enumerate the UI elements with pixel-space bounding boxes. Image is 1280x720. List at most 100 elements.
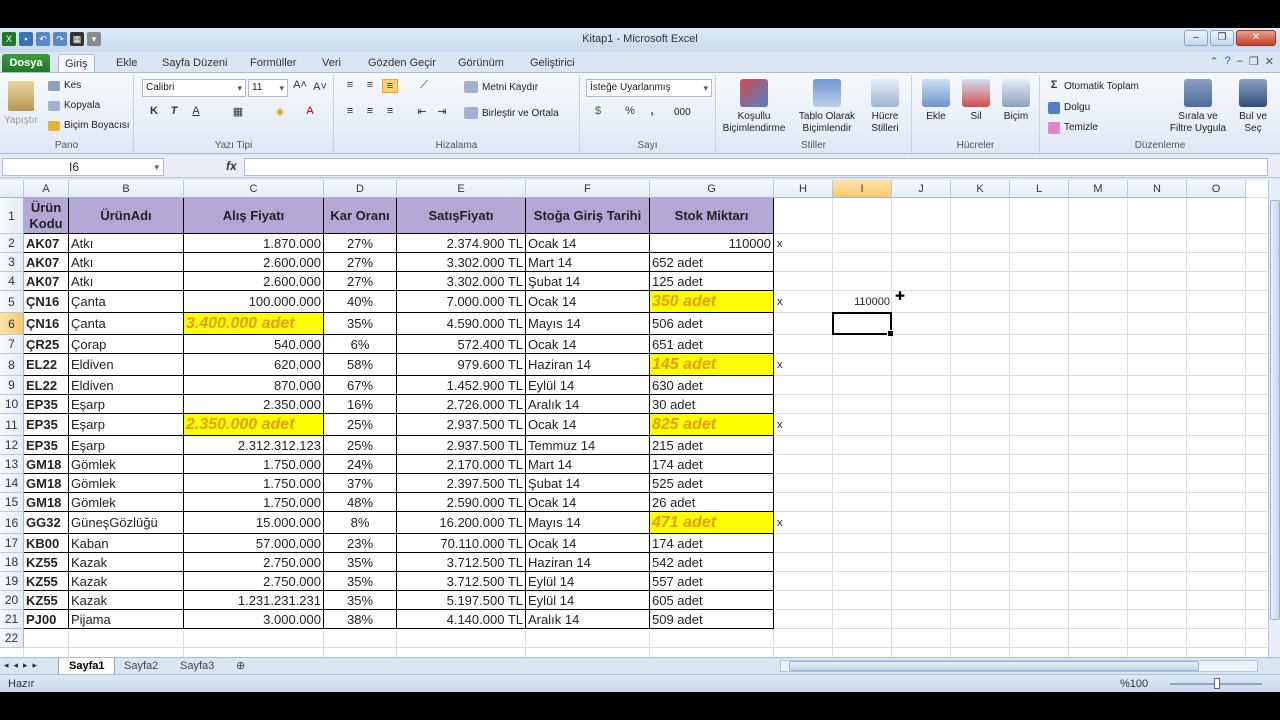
column-header-o[interactable]: O	[1187, 180, 1246, 198]
table-cell[interactable]: 2.374.900 TL	[397, 234, 526, 253]
table-cell[interactable]: GM18	[24, 493, 69, 512]
table-cell[interactable]: 2.312.312.123	[184, 436, 324, 455]
table-cell[interactable]: 605 adet	[650, 591, 774, 610]
column-header-d[interactable]: D	[324, 180, 397, 198]
column-header-e[interactable]: E	[397, 180, 526, 198]
table-cell[interactable]: 35%	[324, 553, 397, 572]
tab-formulas[interactable]: Formüller	[244, 54, 302, 72]
column-header-c[interactable]: C	[184, 180, 324, 198]
row-header-15[interactable]: 15	[0, 493, 24, 512]
fill-button[interactable]: Dolgu	[1064, 102, 1090, 113]
table-cell[interactable]: Atkı	[69, 234, 184, 253]
table-cell[interactable]: 27%	[324, 234, 397, 253]
horizontal-scrollbar[interactable]	[780, 660, 1258, 672]
sheet-nav-arrows-icon[interactable]: ◂◂▸▸	[4, 660, 42, 671]
insert-function-icon[interactable]: fx	[226, 159, 237, 173]
table-cell[interactable]: GM18	[24, 455, 69, 474]
table-cell[interactable]: 30 adet	[650, 395, 774, 414]
table-cell[interactable]: 3.000.000	[184, 610, 324, 629]
table-cell[interactable]: Kazak	[69, 591, 184, 610]
table-cell[interactable]: 1.750.000	[184, 474, 324, 493]
tab-developer[interactable]: Geliştirici	[524, 54, 581, 72]
cut-icon[interactable]	[48, 81, 60, 91]
table-cell[interactable]: Gömlek	[69, 455, 184, 474]
table-cell[interactable]: GM18	[24, 474, 69, 493]
table-cell[interactable]: 2.726.000 TL	[397, 395, 526, 414]
table-cell[interactable]: 40%	[324, 291, 397, 313]
minimize-button[interactable]: –	[1184, 30, 1208, 46]
table-cell[interactable]: Ocak 14	[526, 335, 650, 354]
row-header-22[interactable]: 22	[0, 629, 24, 648]
table-cell[interactable]: 8%	[324, 512, 397, 534]
row-header-16[interactable]: 16	[0, 512, 24, 534]
column-header-g[interactable]: G	[650, 180, 774, 198]
sheet-tab-3[interactable]: Sayfa3	[170, 658, 224, 674]
table-cell[interactable]: 3.712.500 TL	[397, 572, 526, 591]
table-cell[interactable]: Kaban	[69, 534, 184, 553]
table-cell[interactable]: 471 adet	[650, 512, 774, 534]
table-cell[interactable]: 2.350.000 adet	[184, 414, 324, 436]
table-cell[interactable]: ÇN16	[24, 313, 69, 335]
font-color-icon[interactable]: A	[302, 105, 318, 117]
table-cell[interactable]: 35%	[324, 591, 397, 610]
tab-view[interactable]: Görünüm	[452, 54, 510, 72]
table-cell[interactable]: 38%	[324, 610, 397, 629]
table-cell[interactable]: Haziran 14	[526, 553, 650, 572]
table-cell[interactable]: 620.000	[184, 354, 324, 376]
row-header-14[interactable]: 14	[0, 474, 24, 493]
column-header-b[interactable]: B	[69, 180, 184, 198]
row-header-21[interactable]: 21	[0, 610, 24, 629]
table-cell[interactable]: EL22	[24, 354, 69, 376]
table-cell[interactable]: 26 adet	[650, 493, 774, 512]
table-cell[interactable]: Haziran 14	[526, 354, 650, 376]
clear-icon[interactable]	[1048, 122, 1060, 134]
column-header-l[interactable]: L	[1010, 180, 1069, 198]
table-cell[interactable]: KZ55	[24, 553, 69, 572]
table-cell[interactable]: 630 adet	[650, 376, 774, 395]
table-cell[interactable]: 24%	[324, 455, 397, 474]
column-header-a[interactable]: A	[24, 180, 69, 198]
insert-cells-button[interactable]: Ekle	[918, 79, 954, 123]
table-cell[interactable]: 6%	[324, 335, 397, 354]
table-header-cell[interactable]: ÜrünAdı	[69, 198, 184, 234]
table-cell[interactable]: 4.590.000 TL	[397, 313, 526, 335]
table-cell[interactable]: Eylül 14	[526, 591, 650, 610]
sort-filter-button[interactable]: Sırala ve Filtre Uygula	[1168, 79, 1228, 135]
select-all-corner[interactable]	[0, 180, 24, 198]
row-header-12[interactable]: 12	[0, 436, 24, 455]
row-header-1[interactable]: 1	[0, 198, 24, 234]
autosum-button[interactable]: Otomatik Toplam	[1064, 81, 1139, 92]
row-header-10[interactable]: 10	[0, 395, 24, 414]
table-cell[interactable]: 509 adet	[650, 610, 774, 629]
cell-i5[interactable]: 110000	[833, 291, 892, 313]
row-header-8[interactable]: 8	[0, 354, 24, 376]
ribbon-minimize-icon[interactable]: ⌃	[1209, 55, 1218, 68]
row-header-20[interactable]: 20	[0, 591, 24, 610]
doc-minimize-icon[interactable]: –	[1237, 55, 1243, 68]
table-header-cell[interactable]: Alış Fiyatı	[184, 198, 324, 234]
formula-input[interactable]	[244, 158, 1268, 176]
table-cell[interactable]: Mart 14	[526, 253, 650, 272]
table-cell[interactable]: 23%	[324, 534, 397, 553]
table-cell[interactable]: Ocak 14	[526, 493, 650, 512]
table-cell[interactable]: 3.400.000 adet	[184, 313, 324, 335]
table-cell[interactable]: Mayıs 14	[526, 512, 650, 534]
grow-font-icon[interactable]: A˄	[292, 79, 308, 91]
table-cell[interactable]: 25%	[324, 436, 397, 455]
column-header-i[interactable]: I	[833, 180, 892, 198]
row-header-9[interactable]: 9	[0, 376, 24, 395]
table-header-cell[interactable]: SatışFiyatı	[397, 198, 526, 234]
comma-icon[interactable]: ,	[644, 105, 660, 117]
table-cell[interactable]: Şubat 14	[526, 474, 650, 493]
clear-button[interactable]: Temizle	[1064, 122, 1098, 133]
row-header-5[interactable]: 5	[0, 291, 24, 313]
table-cell[interactable]: 2.590.000 TL	[397, 493, 526, 512]
fill-color-icon[interactable]: ◈	[272, 105, 288, 118]
table-cell[interactable]: Eldiven	[69, 376, 184, 395]
percent-button[interactable]: %	[622, 105, 638, 117]
table-header-cell[interactable]: Stoğa Giriş Tarihi	[526, 198, 650, 234]
restore-button[interactable]: ❐	[1210, 30, 1234, 46]
table-cell[interactable]: 3.712.500 TL	[397, 553, 526, 572]
table-cell[interactable]: 174 adet	[650, 455, 774, 474]
table-cell[interactable]: 1.231.231.231	[184, 591, 324, 610]
